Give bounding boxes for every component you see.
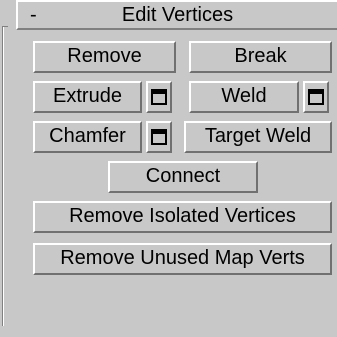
connect-button[interactable]: Connect (108, 161, 258, 193)
group-frame-left-edge (2, 26, 3, 326)
settings-icon (151, 129, 167, 145)
weld-button[interactable]: Weld (189, 81, 299, 113)
settings-icon (151, 89, 167, 105)
remove-isolated-vertices-button[interactable]: Remove Isolated Vertices (33, 201, 332, 233)
weld-settings-button[interactable] (303, 81, 329, 113)
chamfer-settings-button[interactable] (146, 121, 172, 153)
rollout-title: Edit Vertices (121, 4, 234, 26)
extrude-button[interactable]: Extrude (33, 81, 142, 113)
group-frame-corner (2, 26, 8, 27)
chamfer-button[interactable]: Chamfer (33, 121, 142, 153)
extrude-settings-button[interactable] (146, 81, 172, 113)
settings-icon (308, 89, 324, 105)
rollout-header-edit-vertices[interactable]: - Edit Vertices (16, 0, 337, 30)
remove-button[interactable]: Remove (33, 41, 176, 73)
remove-unused-map-verts-button[interactable]: Remove Unused Map Verts (33, 243, 332, 275)
target-weld-button[interactable]: Target Weld (184, 121, 332, 153)
break-button[interactable]: Break (189, 41, 332, 73)
